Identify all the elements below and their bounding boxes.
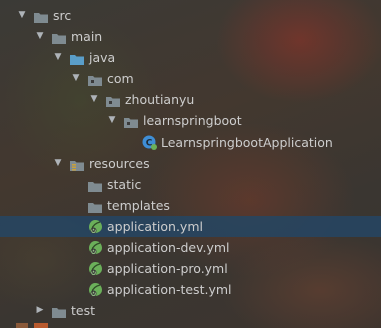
tree-node-label: application-test.yml <box>107 282 232 298</box>
tree-node-label: resources <box>89 155 150 171</box>
tree-node-label: java <box>89 50 116 66</box>
spring-config-file-icon <box>88 282 103 297</box>
tree-node-label: application.yml <box>107 218 203 234</box>
tree-node-main[interactable]: ▼ main <box>0 26 381 47</box>
folder-icon <box>88 199 102 213</box>
spring-config-file-icon <box>88 219 103 234</box>
tree-node-java[interactable]: ▼ java <box>0 47 381 68</box>
tree-node-partial <box>0 320 381 328</box>
chevron-right-icon[interactable]: ▶ <box>34 300 46 321</box>
tree-node-label: static <box>107 176 142 192</box>
tree-node-com[interactable]: ▼ com <box>0 68 381 89</box>
tree-node-test[interactable]: ▶ test <box>0 300 381 321</box>
tree-node-src[interactable]: ▼ src <box>0 5 381 26</box>
source-folder-icon <box>70 51 84 66</box>
tree-node-label: application-pro.yml <box>107 261 228 277</box>
chevron-icon <box>16 323 28 328</box>
tree-node-application-pro-yml[interactable]: application-pro.yml <box>0 258 381 279</box>
tree-node-zhoutianyu[interactable]: ▼ zhoutianyu <box>0 89 381 110</box>
folder-icon <box>34 9 48 23</box>
tree-node-label: zhoutianyu <box>125 92 195 108</box>
tree-node-label: src <box>53 8 72 23</box>
chevron-down-icon[interactable]: ▼ <box>52 47 64 68</box>
tree-node-label: com <box>107 71 134 87</box>
tree-node-label: LearnspringbootApplication <box>161 134 333 150</box>
tree-node-application-test-yml[interactable]: application-test.yml <box>0 279 381 300</box>
tree-node-application-yml[interactable]: application.yml <box>0 215 381 238</box>
tree-node-label: templates <box>107 197 170 213</box>
project-tree: ▼ src ▼ main ▼ java ▼ com ▼ zhoutianyu ▼… <box>0 5 381 321</box>
tree-node-label: main <box>71 29 103 45</box>
chevron-down-icon[interactable]: ▼ <box>106 110 118 131</box>
folder-icon <box>88 178 102 192</box>
package-icon <box>124 114 138 129</box>
tree-node-static[interactable]: static <box>0 174 381 195</box>
tree-node-label: test <box>71 303 96 319</box>
chevron-down-icon[interactable]: ▼ <box>52 153 64 174</box>
chevron-down-icon[interactable]: ▼ <box>34 26 46 47</box>
chevron-down-icon[interactable]: ▼ <box>88 89 100 110</box>
tree-node-label: application-dev.yml <box>107 240 230 256</box>
folder-icon <box>52 304 66 319</box>
package-icon <box>88 72 102 87</box>
tree-node-templates[interactable]: templates <box>0 195 381 216</box>
tree-node-learnspringbootapplication[interactable]: C LearnspringbootApplication <box>0 132 381 153</box>
tree-node-application-dev-yml[interactable]: application-dev.yml <box>0 237 381 258</box>
spring-boot-class-icon: C <box>142 135 157 150</box>
resources-folder-icon <box>70 157 84 171</box>
spring-config-file-icon <box>88 261 103 276</box>
folder-icon <box>52 30 66 45</box>
package-icon <box>106 93 120 108</box>
chevron-down-icon[interactable]: ▼ <box>70 68 82 89</box>
file-icon <box>34 323 48 328</box>
tree-node-resources[interactable]: ▼ resources <box>0 153 381 174</box>
tree-node-learnspringboot[interactable]: ▼ learnspringboot <box>0 110 381 131</box>
chevron-down-icon[interactable]: ▼ <box>16 5 28 26</box>
tree-node-label: learnspringboot <box>143 113 242 129</box>
spring-config-file-icon <box>88 240 103 255</box>
